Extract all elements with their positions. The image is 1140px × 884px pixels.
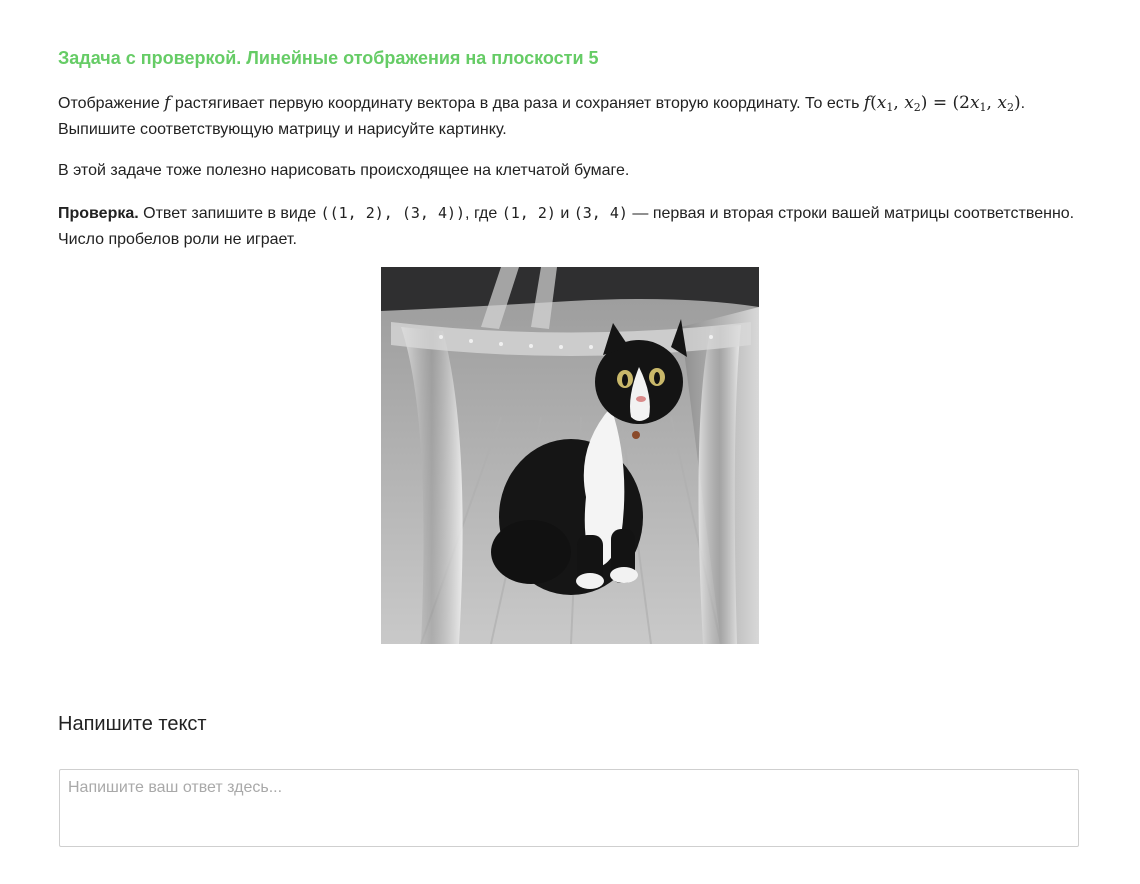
cat-under-chair-image [381, 267, 759, 644]
cat-photo-illustration [381, 267, 759, 644]
task-hint: В этой задаче тоже полезно нарисовать пр… [58, 162, 630, 179]
row-one-code: (1, 2) [501, 204, 556, 222]
statement-text: растягивает первую координату вектора в … [170, 95, 864, 112]
statement-text: Отображение [58, 95, 165, 112]
statement-text: Выпишите соответствующую матрицу и нарис… [58, 121, 507, 138]
check-text: и [555, 205, 574, 222]
task-check-instructions: Проверка. Ответ запишите в виде ((1, 2),… [58, 200, 1082, 253]
row-two-code: (3, 4) [573, 204, 628, 222]
task-title: Задача с проверкой. Линейные отображения… [58, 48, 599, 68]
answer-format-code: ((1, 2), (3, 4)) [320, 204, 466, 222]
task-content: Задача с проверкой. Линейные отображения… [58, 44, 1082, 253]
check-text: Ответ запишите в виде [138, 205, 321, 222]
task-statement: Отображение f растягивает первую координ… [58, 90, 1082, 143]
math-formula: f(x1, x2) = (2x1, x2) [863, 93, 1021, 114]
answer-input[interactable] [59, 769, 1079, 847]
check-text: , где [465, 205, 502, 222]
statement-text: . [1020, 95, 1026, 112]
answer-heading: Напишите текст [58, 713, 207, 735]
check-label: Проверка. [58, 205, 139, 222]
